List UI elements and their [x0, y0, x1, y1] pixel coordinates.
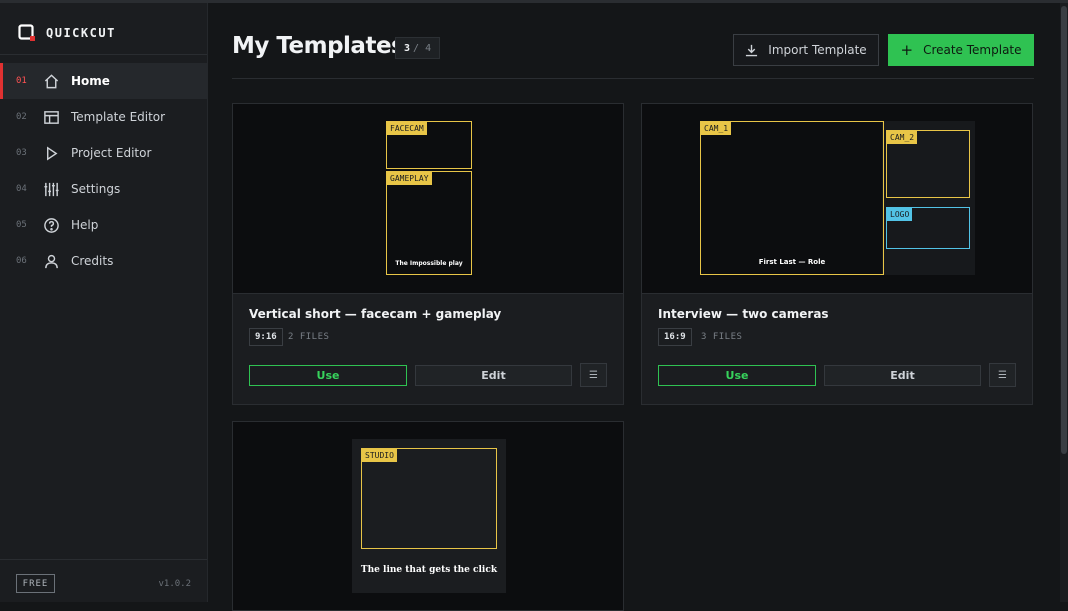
- nav-number: 04: [16, 184, 27, 194]
- sidebar-item-home[interactable]: 01 Home: [0, 63, 207, 99]
- main-content: My Templates 3 / 4 Import Template + Cre…: [208, 3, 1060, 611]
- sidebar-item-settings[interactable]: 04 Settings: [0, 171, 207, 207]
- edit-template-button[interactable]: Edit: [415, 365, 572, 386]
- slot-label: STUDIO: [362, 449, 397, 462]
- preview-caption: First Last — Role: [758, 258, 826, 266]
- app-name: QUICKCUT: [46, 26, 116, 40]
- page-title: My Templates: [232, 33, 405, 59]
- home-icon: [42, 72, 60, 90]
- footer-divider: [0, 559, 207, 560]
- template-count-badge: 3 / 4: [395, 37, 441, 59]
- download-icon: [746, 44, 758, 56]
- slot-label: GAMEPLAY: [387, 172, 432, 185]
- files-count: 3 FILES: [701, 332, 743, 342]
- template-card[interactable]: FACECAM GAMEPLAY The Impossible play Ver…: [232, 103, 624, 405]
- plus-icon: +: [900, 40, 914, 59]
- plan-badge[interactable]: FREE: [16, 574, 55, 593]
- play-icon: [42, 144, 60, 162]
- user-icon: [42, 252, 60, 270]
- import-template-button[interactable]: Import Template: [733, 34, 879, 66]
- files-count: 2 FILES: [288, 332, 330, 342]
- sidebar-item-template-editor[interactable]: 02 Template Editor: [0, 99, 207, 135]
- template-card[interactable]: CAM_1 CAM_2 LOGO First Last — Role Inter…: [641, 103, 1033, 405]
- sidebar-item-label: Template Editor: [71, 110, 166, 124]
- slot-label: CAM_2: [887, 131, 918, 144]
- scrollbar-thumb[interactable]: [1061, 6, 1067, 454]
- sliders-icon: [42, 180, 60, 198]
- template-menu-icon[interactable]: ☰: [580, 363, 607, 387]
- sidebar-item-label: Project Editor: [71, 146, 152, 160]
- template-title: Vertical short — facecam + gameplay: [249, 307, 502, 321]
- slot-label: LOGO: [887, 208, 913, 221]
- preview-caption: The line that gets the click: [360, 565, 498, 575]
- sidebar-item-label: Home: [71, 74, 110, 88]
- app-version: v1.0.2: [158, 579, 191, 589]
- template-count-current: 3: [404, 42, 411, 54]
- card-divider: [233, 293, 623, 294]
- preview-square-frame: STUDIO The line that gets the click: [352, 439, 506, 593]
- template-preview[interactable]: FACECAM GAMEPLAY The Impossible play: [233, 104, 623, 293]
- sidebar-item-credits[interactable]: 06 Credits: [0, 243, 207, 279]
- card-divider: [642, 293, 1032, 294]
- use-template-button[interactable]: Use: [658, 365, 816, 386]
- nav-number: 01: [16, 76, 27, 86]
- sidebar-item-project-editor[interactable]: 03 Project Editor: [0, 135, 207, 171]
- sidebar-item-help[interactable]: 05 Help: [0, 207, 207, 243]
- slot-cam-2: CAM_2: [886, 130, 970, 198]
- nav-number: 05: [16, 220, 27, 230]
- nav-number: 06: [16, 256, 27, 266]
- slot-cam-1: CAM_1: [700, 121, 884, 275]
- sidebar: QUICKCUT 01 Home 02 Template Editor 03 P…: [0, 3, 208, 602]
- template-title: Interview — two cameras: [658, 307, 829, 321]
- edit-template-button[interactable]: Edit: [824, 365, 981, 386]
- preview-caption: The Impossible play: [395, 260, 463, 267]
- slot-label: CAM_1: [701, 122, 732, 135]
- create-template-label: Create Template: [923, 43, 1022, 57]
- template-preview[interactable]: CAM_1 CAM_2 LOGO First Last — Role: [642, 104, 1032, 293]
- slot-label: FACECAM: [387, 122, 427, 135]
- sidebar-item-label: Settings: [71, 182, 121, 196]
- brand[interactable]: QUICKCUT: [18, 21, 116, 45]
- aspect-ratio-badge: 9:16: [249, 328, 283, 346]
- template-menu-icon[interactable]: ☰: [989, 363, 1016, 387]
- aspect-ratio-badge: 16:9: [658, 328, 692, 346]
- help-circle-icon: [42, 216, 60, 234]
- nav-number: 02: [16, 112, 27, 122]
- scrollbar[interactable]: [1060, 3, 1068, 602]
- slot-studio: STUDIO: [361, 448, 497, 549]
- nav-number: 03: [16, 148, 27, 158]
- header-divider: [232, 78, 1034, 79]
- template-preview[interactable]: STUDIO The line that gets the click: [233, 422, 623, 610]
- sidebar-item-label: Help: [71, 218, 99, 232]
- import-template-label: Import Template: [768, 43, 867, 57]
- create-template-button[interactable]: + Create Template: [888, 34, 1034, 66]
- slot-logo: LOGO: [886, 207, 970, 249]
- quickcut-logo-icon: [18, 24, 35, 41]
- use-template-button[interactable]: Use: [249, 365, 407, 386]
- sidebar-item-label: Credits: [71, 254, 114, 268]
- sidebar-nav: 01 Home 02 Template Editor 03 Project Ed…: [0, 63, 207, 279]
- layout-icon: [42, 108, 60, 126]
- template-card[interactable]: STUDIO The line that gets the click: [232, 421, 624, 611]
- brand-divider: [0, 54, 207, 55]
- template-count-total: / 4: [413, 42, 432, 54]
- slot-facecam: FACECAM: [386, 121, 472, 169]
